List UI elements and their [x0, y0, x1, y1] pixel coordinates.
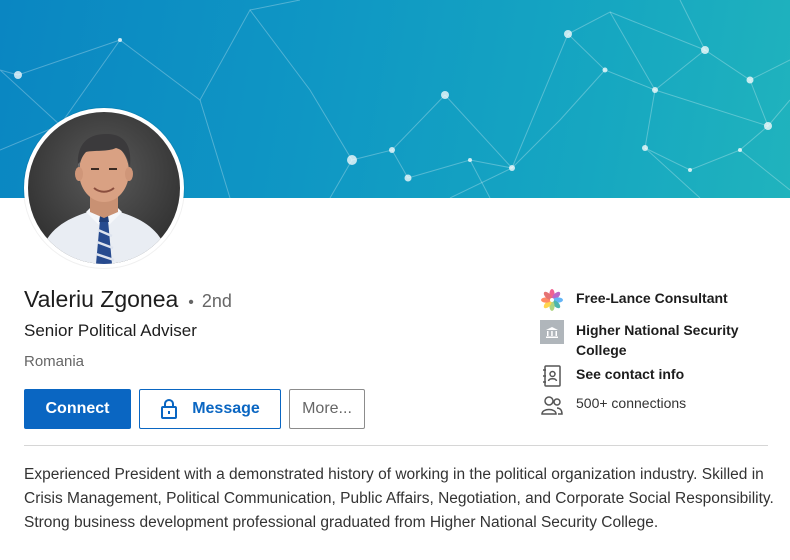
current-company[interactable]: Free-Lance Consultant — [540, 288, 728, 312]
education-name: Higher National Security College — [576, 322, 739, 358]
connection-degree: 2nd — [201, 291, 232, 311]
profile-headline: Senior Political Adviser — [24, 321, 197, 340]
education[interactable]: Higher National Security College — [540, 320, 746, 360]
connect-button[interactable]: Connect — [24, 389, 131, 429]
contact-info-link[interactable]: See contact info — [540, 364, 684, 388]
contact-card-icon — [540, 364, 564, 388]
profile-location: Romania — [24, 353, 85, 370]
profile-summary: Experienced President with a demonstrate… — [24, 466, 774, 531]
contact-info-label: See contact info — [576, 366, 685, 382]
people-icon — [540, 393, 564, 417]
connections-count: 500+ connections — [576, 395, 687, 411]
message-button[interactable]: Message — [139, 389, 281, 429]
school-icon — [540, 320, 564, 344]
avatar[interactable] — [28, 112, 180, 264]
current-company-name: Free-Lance Consultant — [576, 290, 728, 306]
message-button-label: Message — [192, 400, 260, 417]
section-divider — [24, 445, 768, 446]
photo-flower-icon — [540, 288, 564, 312]
lock-icon — [161, 399, 178, 419]
degree-separator: • — [188, 294, 194, 311]
more-button[interactable]: More... — [289, 389, 365, 429]
profile-photo-frame[interactable] — [24, 108, 184, 268]
profile-name: Valeriu Zgonea — [24, 286, 179, 312]
connections-link[interactable]: 500+ connections — [540, 393, 686, 417]
name-row: Valeriu Zgonea • 2nd — [24, 286, 232, 313]
